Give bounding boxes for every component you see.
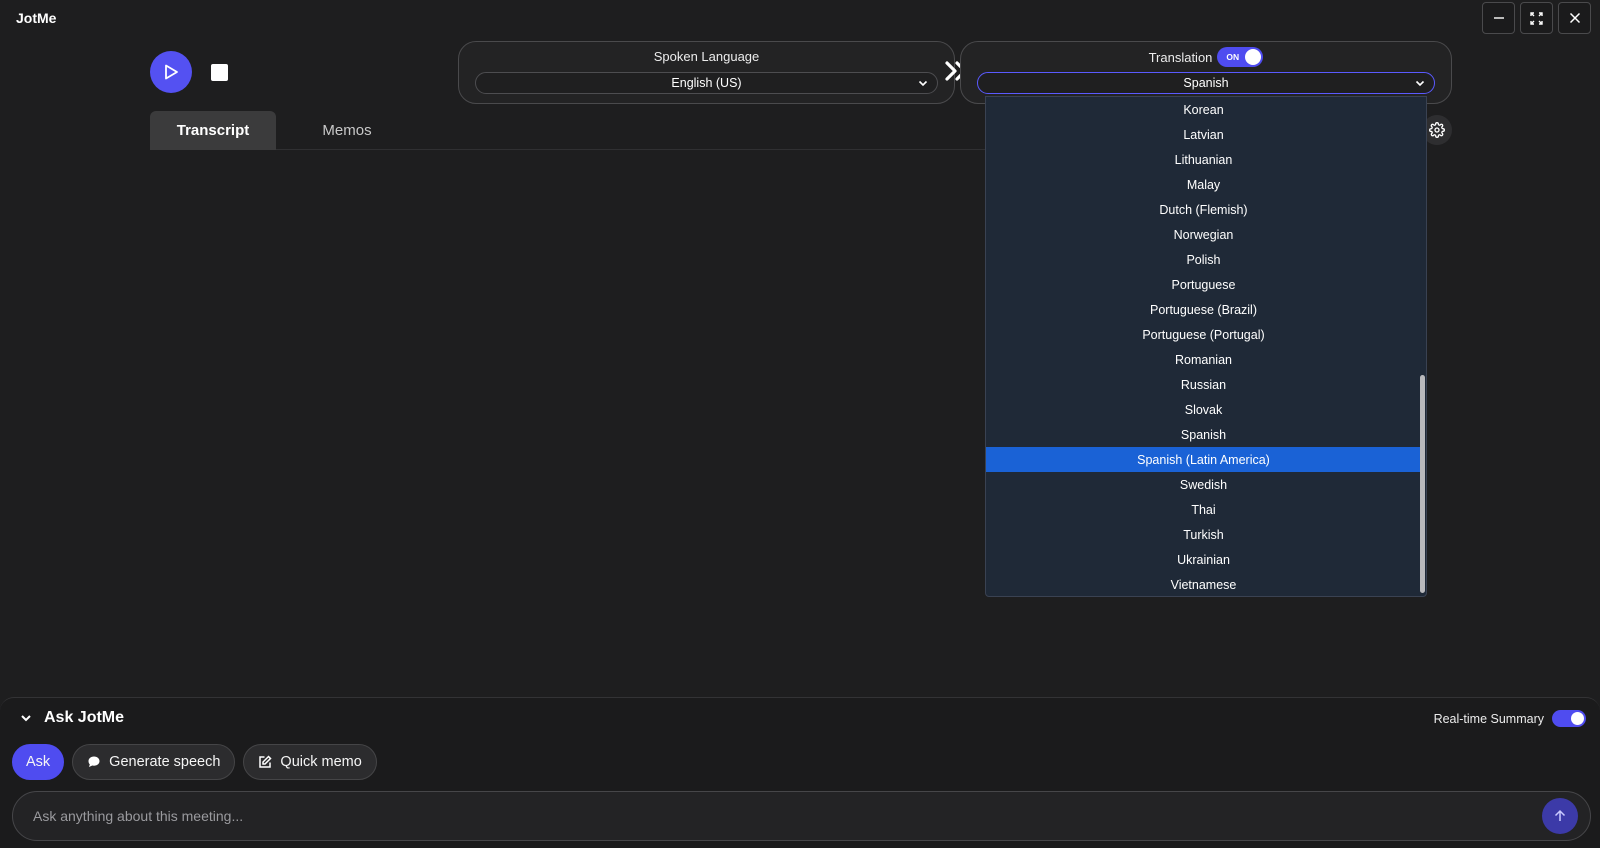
play-icon [165,64,178,80]
realtime-summary-toggle[interactable] [1552,710,1586,727]
tab-transcript[interactable]: Transcript [150,111,276,150]
language-option[interactable]: Turkish [986,522,1421,547]
ask-header[interactable]: Ask JotMe [20,709,124,727]
spoken-language-panel: Spoken Language English (US) [458,41,955,104]
app-title: JotMe [16,10,57,26]
spoken-language-value: English (US) [671,76,742,90]
realtime-summary-label: Real-time Summary [1433,711,1544,726]
ask-button-label: Ask [26,754,51,770]
language-option[interactable]: Romanian [986,347,1421,372]
language-options-list: Korean Latvian Lithuanian Malay Dutch (Flemi… [986,97,1421,596]
close-icon [1569,12,1580,24]
arrow-up-icon [1554,809,1566,821]
language-option[interactable]: Malay [986,172,1421,197]
language-option[interactable]: Portuguese (Brazil) [986,297,1421,322]
generate-speech-label: Generate speech [109,754,221,770]
chevron-down-icon [21,715,31,722]
ask-panel: Ask JotMe Real-time Summary Ask Generate… [0,697,1600,848]
language-option[interactable]: Lithuanian [986,147,1421,172]
gear-icon [1429,122,1445,138]
ask-input[interactable] [33,792,1513,840]
language-option[interactable]: Thai [986,497,1421,522]
language-option[interactable]: Slovak [986,397,1421,422]
send-button[interactable] [1542,798,1578,834]
spoken-language-select[interactable]: English (US) [475,72,938,94]
language-option[interactable]: Ukrainian [986,547,1421,572]
dropdown-scrollbar[interactable] [1420,375,1425,593]
language-option[interactable]: Latvian [986,122,1421,147]
translation-panel: Translation ON Spanish [960,41,1452,104]
ask-input-container [12,791,1591,841]
speech-bubble-icon [88,756,100,767]
tab-memos[interactable]: Memos [276,111,418,150]
translation-language-dropdown: Korean Latvian Lithuanian Malay Dutch (Flemi… [985,96,1427,597]
quick-memo-label: Quick memo [280,754,362,770]
quick-memo-button[interactable]: Quick memo [243,744,377,780]
play-button[interactable] [150,51,192,93]
language-option[interactable]: Russian [986,372,1421,397]
toggle-knob [1245,49,1262,65]
chevron-down-icon [1415,80,1425,87]
realtime-summary: Real-time Summary [1434,710,1586,727]
toggle-knob [1571,712,1584,725]
language-option[interactable]: Spanish (Latin America) [986,447,1421,472]
fullscreen-button[interactable] [1520,2,1553,34]
close-button[interactable] [1558,2,1591,34]
generate-speech-button[interactable]: Generate speech [72,744,236,780]
jotme-window: JotMe Spoken Language English (US) Trans… [0,0,1600,848]
language-option[interactable]: Dutch (Flemish) [986,197,1421,222]
ask-title: Ask JotMe [44,709,125,726]
translation-language-value: Spanish [1183,76,1229,90]
language-option[interactable]: Korean [986,97,1421,122]
ask-button[interactable]: Ask [12,744,65,780]
translation-header: Translation ON [961,47,1451,67]
translation-toggle-text: ON [1226,52,1240,62]
stop-button[interactable] [211,64,228,81]
language-option[interactable]: Portuguese [986,272,1421,297]
spoken-language-label: Spoken Language [653,49,760,64]
chevron-down-icon [918,80,928,87]
translation-toggle[interactable]: ON [1217,47,1264,67]
minimize-icon [1493,17,1504,19]
ask-actions: Ask Generate speech Quick memo [12,744,377,780]
language-option[interactable]: Portuguese (Portugal) [986,322,1421,347]
language-option[interactable]: Vietnamese [986,572,1421,596]
language-option[interactable]: Spanish [986,422,1421,447]
language-option[interactable]: Norwegian [986,222,1421,247]
translation-label: Translation [1148,49,1213,65]
fullscreen-icon [1530,11,1543,25]
language-option[interactable]: Swedish [986,472,1421,497]
window-controls [1482,2,1591,34]
edit-icon [259,755,272,768]
language-option[interactable]: Polish [986,247,1421,272]
translation-language-select[interactable]: Spanish [977,72,1435,94]
minimize-button[interactable] [1482,2,1515,34]
